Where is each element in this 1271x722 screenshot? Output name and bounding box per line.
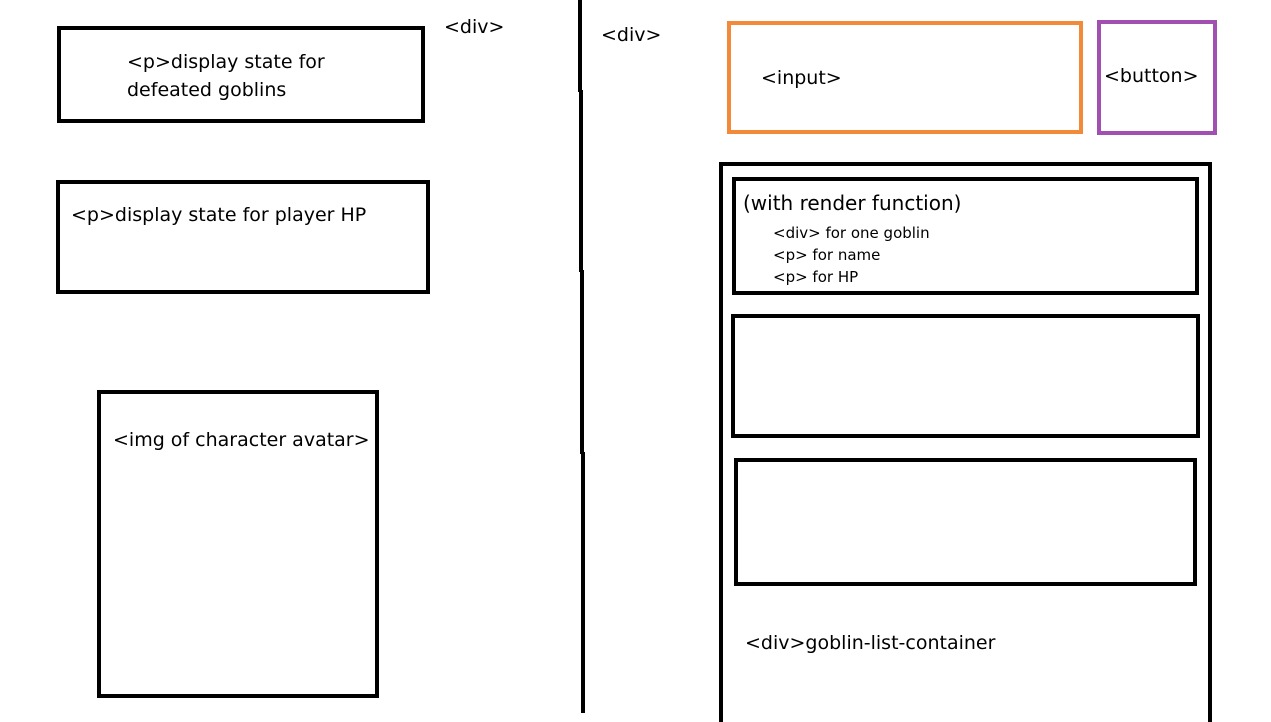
button-label: <button> (1104, 65, 1199, 87)
render-function-label: (with render function) (743, 191, 962, 215)
avatar-label: <img of character avatar> (113, 429, 370, 451)
goblin-name-label: <p> for name (773, 246, 881, 264)
player-hp-label: <p>display state for player HP (71, 204, 367, 226)
vertical-divider-bottom (581, 452, 585, 713)
vertical-divider-top (578, 0, 582, 92)
goblin-item-box-2 (731, 314, 1200, 438)
defeated-goblins-label-line1: <p>display state for (127, 51, 325, 73)
right-div-tag-label: <div> (601, 24, 662, 46)
left-div-tag-label: <div> (444, 16, 505, 38)
input-label: <input> (761, 67, 842, 89)
goblin-list-container-label: <div>goblin-list-container (745, 632, 996, 654)
vertical-divider-lower (580, 270, 584, 454)
goblin-div-label: <div> for one goblin (773, 224, 930, 242)
player-hp-box (56, 180, 430, 294)
vertical-divider-mid (579, 90, 583, 272)
goblin-hp-label: <p> for HP (773, 268, 859, 286)
defeated-goblins-label-line2: defeated goblins (127, 79, 287, 101)
goblin-item-box-3 (734, 458, 1197, 586)
